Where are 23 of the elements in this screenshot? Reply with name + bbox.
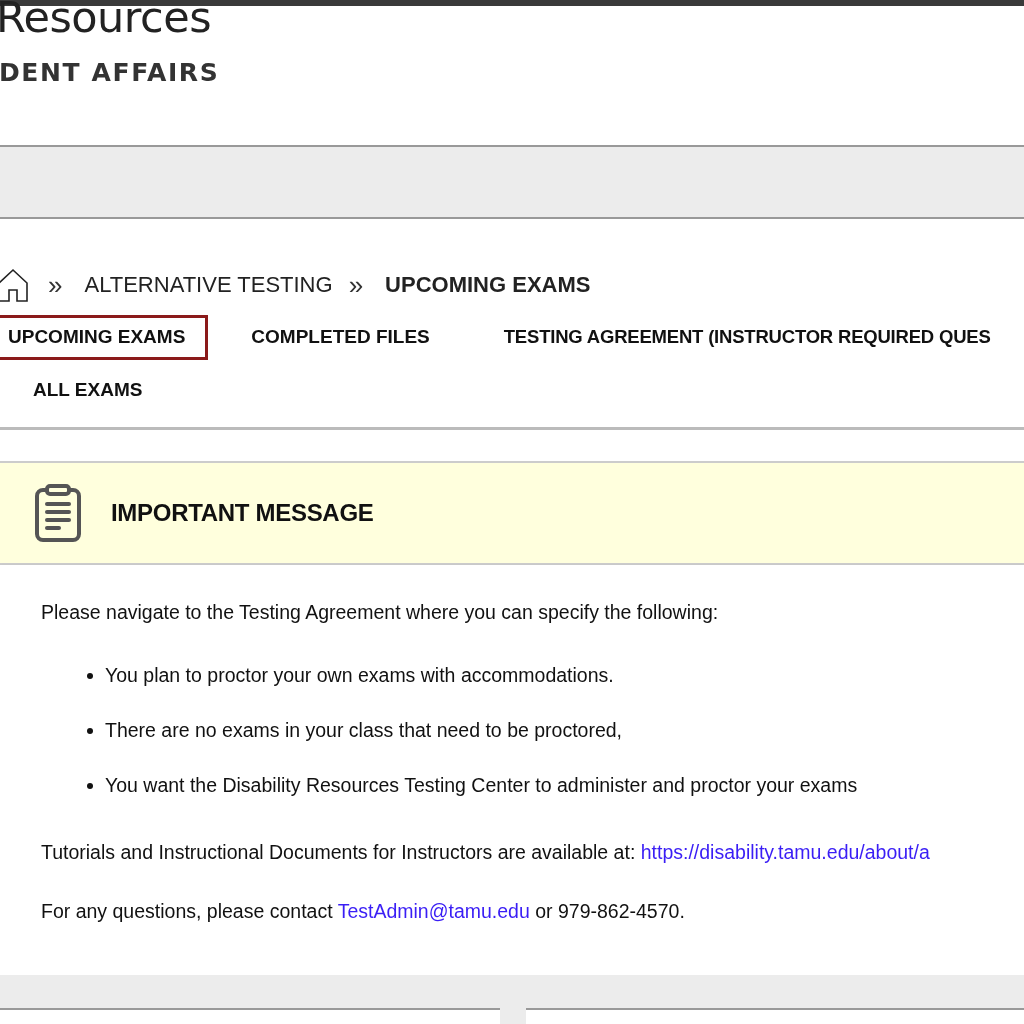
bullet-icon xyxy=(87,727,93,734)
tab[interactable]: COMPLETED FILES xyxy=(228,315,473,360)
contact-text: For any questions, please contact TestAdmin@tamu.edu or 979-862-4570. xyxy=(41,900,686,923)
site-subtitle: DENT AFFAIRS xyxy=(0,58,221,87)
tab[interactable]: ALL EXAMS xyxy=(0,368,166,413)
bullet-icon xyxy=(87,672,93,679)
breadcrumb-separator: » xyxy=(348,269,364,301)
bullet-icon xyxy=(87,782,93,789)
tab[interactable]: UPCOMING EXAMS xyxy=(0,315,209,360)
email-link[interactable]: TestAdmin@tamu.edu xyxy=(337,900,530,922)
home-icon[interactable] xyxy=(0,268,28,302)
site-title: Resources xyxy=(0,0,213,40)
message-title: IMPORTANT MESSAGE xyxy=(111,499,374,527)
bullet-text: There are no exams in your class that need to be proctored, xyxy=(105,719,623,742)
intro-text: Please navigate to the Testing Agreement where you can specify the following: xyxy=(41,601,720,624)
breadcrumb-separator: » xyxy=(48,269,63,301)
breadcrumb-link[interactable]: ALTERNATIVE TESTING xyxy=(84,272,333,298)
tutorials-link[interactable]: https://disability.tamu.edu/about/a xyxy=(640,841,930,863)
bullet-text: You plan to proctor your own exams with accommodations. xyxy=(105,664,614,687)
clipboard-icon xyxy=(35,484,81,542)
tutorials-text: Tutorials and Instructional Documents for Instructors are available at: https://disability.tamu.edu/about/a xyxy=(41,841,931,864)
tab[interactable]: TESTING AGREEMENT (INSTRUCTOR REQUIRED QUES xyxy=(492,315,994,360)
bullet-text: You want the Disability Resources Testing Center to administer and proctor your exams xyxy=(105,774,858,797)
